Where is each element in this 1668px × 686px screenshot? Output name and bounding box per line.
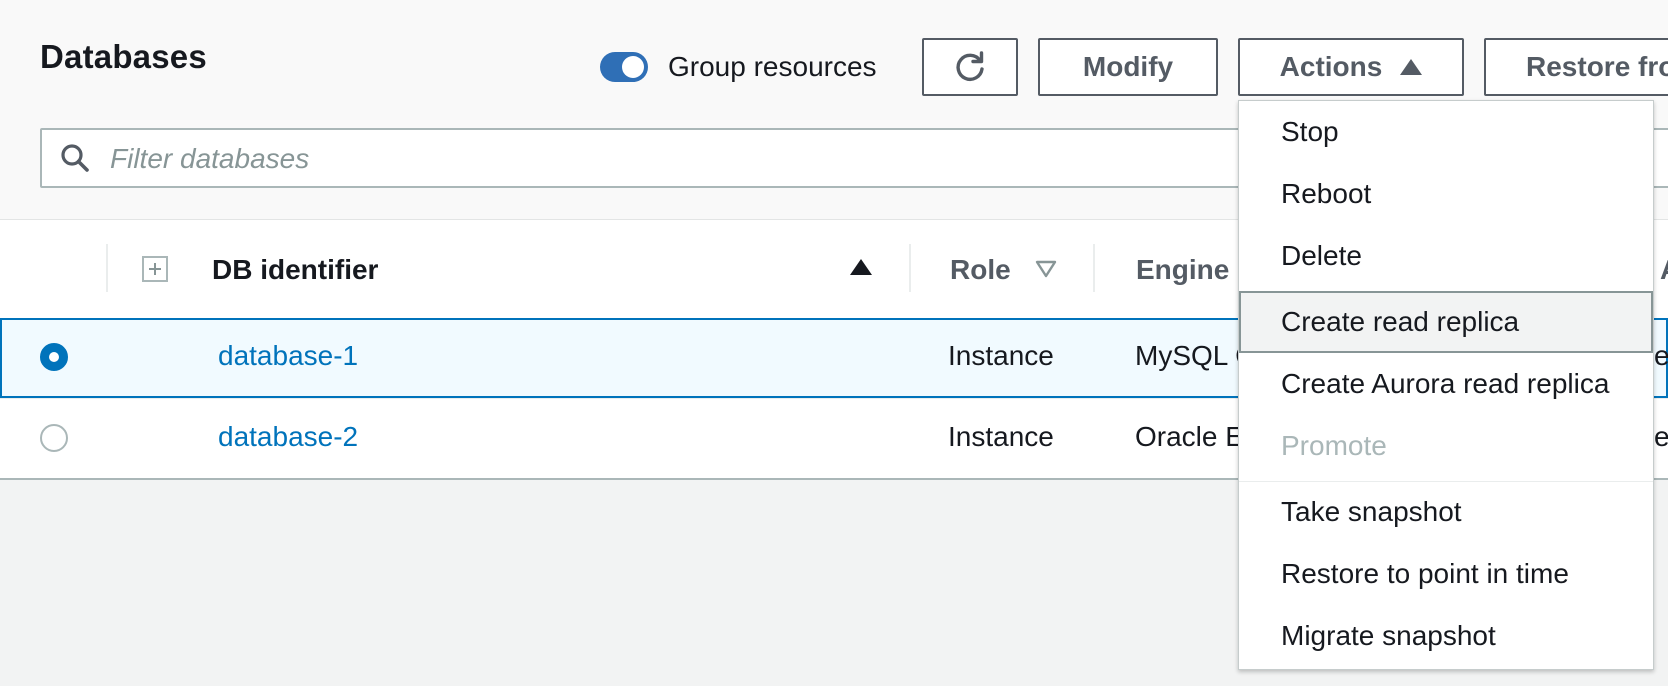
column-divider [1093,244,1095,292]
row-select-radio[interactable] [40,424,68,452]
caret-up-icon [1400,59,1423,75]
restore-button[interactable]: Restore fro [1484,38,1668,96]
role-cell: Instance [948,421,1054,452]
sort-descending-icon[interactable] [1035,260,1057,278]
actions-button-label: Actions [1279,51,1383,82]
menu-item-stop[interactable]: Stop [1239,101,1653,163]
refresh-icon [956,51,984,81]
column-header-next[interactable]: A [1660,254,1668,286]
menu-item-create-read-replica[interactable]: Create read replica [1239,291,1653,353]
db-identifier-link[interactable]: database-2 [218,421,358,453]
row-select-radio[interactable] [40,343,68,371]
column-divider [106,244,108,292]
group-resources-toggle[interactable] [600,52,648,82]
search-icon [61,144,89,172]
toggle-knob [622,56,644,78]
expand-all-icon[interactable] [142,256,168,282]
menu-item-promote: Promote [1281,430,1387,461]
column-header-db-identifier[interactable]: DB identifier [212,254,378,286]
menu-item-create-aurora-read-replica[interactable]: Create Aurora read replica [1239,353,1653,415]
column-header-role[interactable]: Role [950,254,1011,286]
column-header-engine[interactable]: Engine [1136,254,1229,286]
db-identifier-link[interactable]: database-1 [218,340,358,372]
trailing-cell: ea [1654,340,1668,371]
modify-button[interactable]: Modify [1038,38,1218,96]
trailing-cell: ea [1654,421,1668,452]
menu-item-restore-to-point-in-time[interactable]: Restore to point in time [1239,543,1653,605]
actions-button[interactable]: Actions [1238,38,1464,96]
role-cell: Instance [948,340,1054,371]
refresh-button[interactable] [922,38,1018,96]
menu-item-reboot[interactable]: Reboot [1239,163,1653,225]
actions-dropdown-menu: Stop Reboot Delete Create read replica C… [1238,100,1654,670]
menu-item-migrate-snapshot[interactable]: Migrate snapshot [1239,605,1653,667]
group-resources-label: Group resources [668,51,877,82]
menu-item-delete[interactable]: Delete [1239,225,1653,287]
engine-cell: Oracle E [1135,421,1244,452]
column-divider [909,244,911,292]
filter-databases-input[interactable] [108,138,1012,180]
menu-item-take-snapshot[interactable]: Take snapshot [1239,481,1653,543]
sort-ascending-icon[interactable] [850,259,872,275]
page-title: Databases [40,38,207,75]
